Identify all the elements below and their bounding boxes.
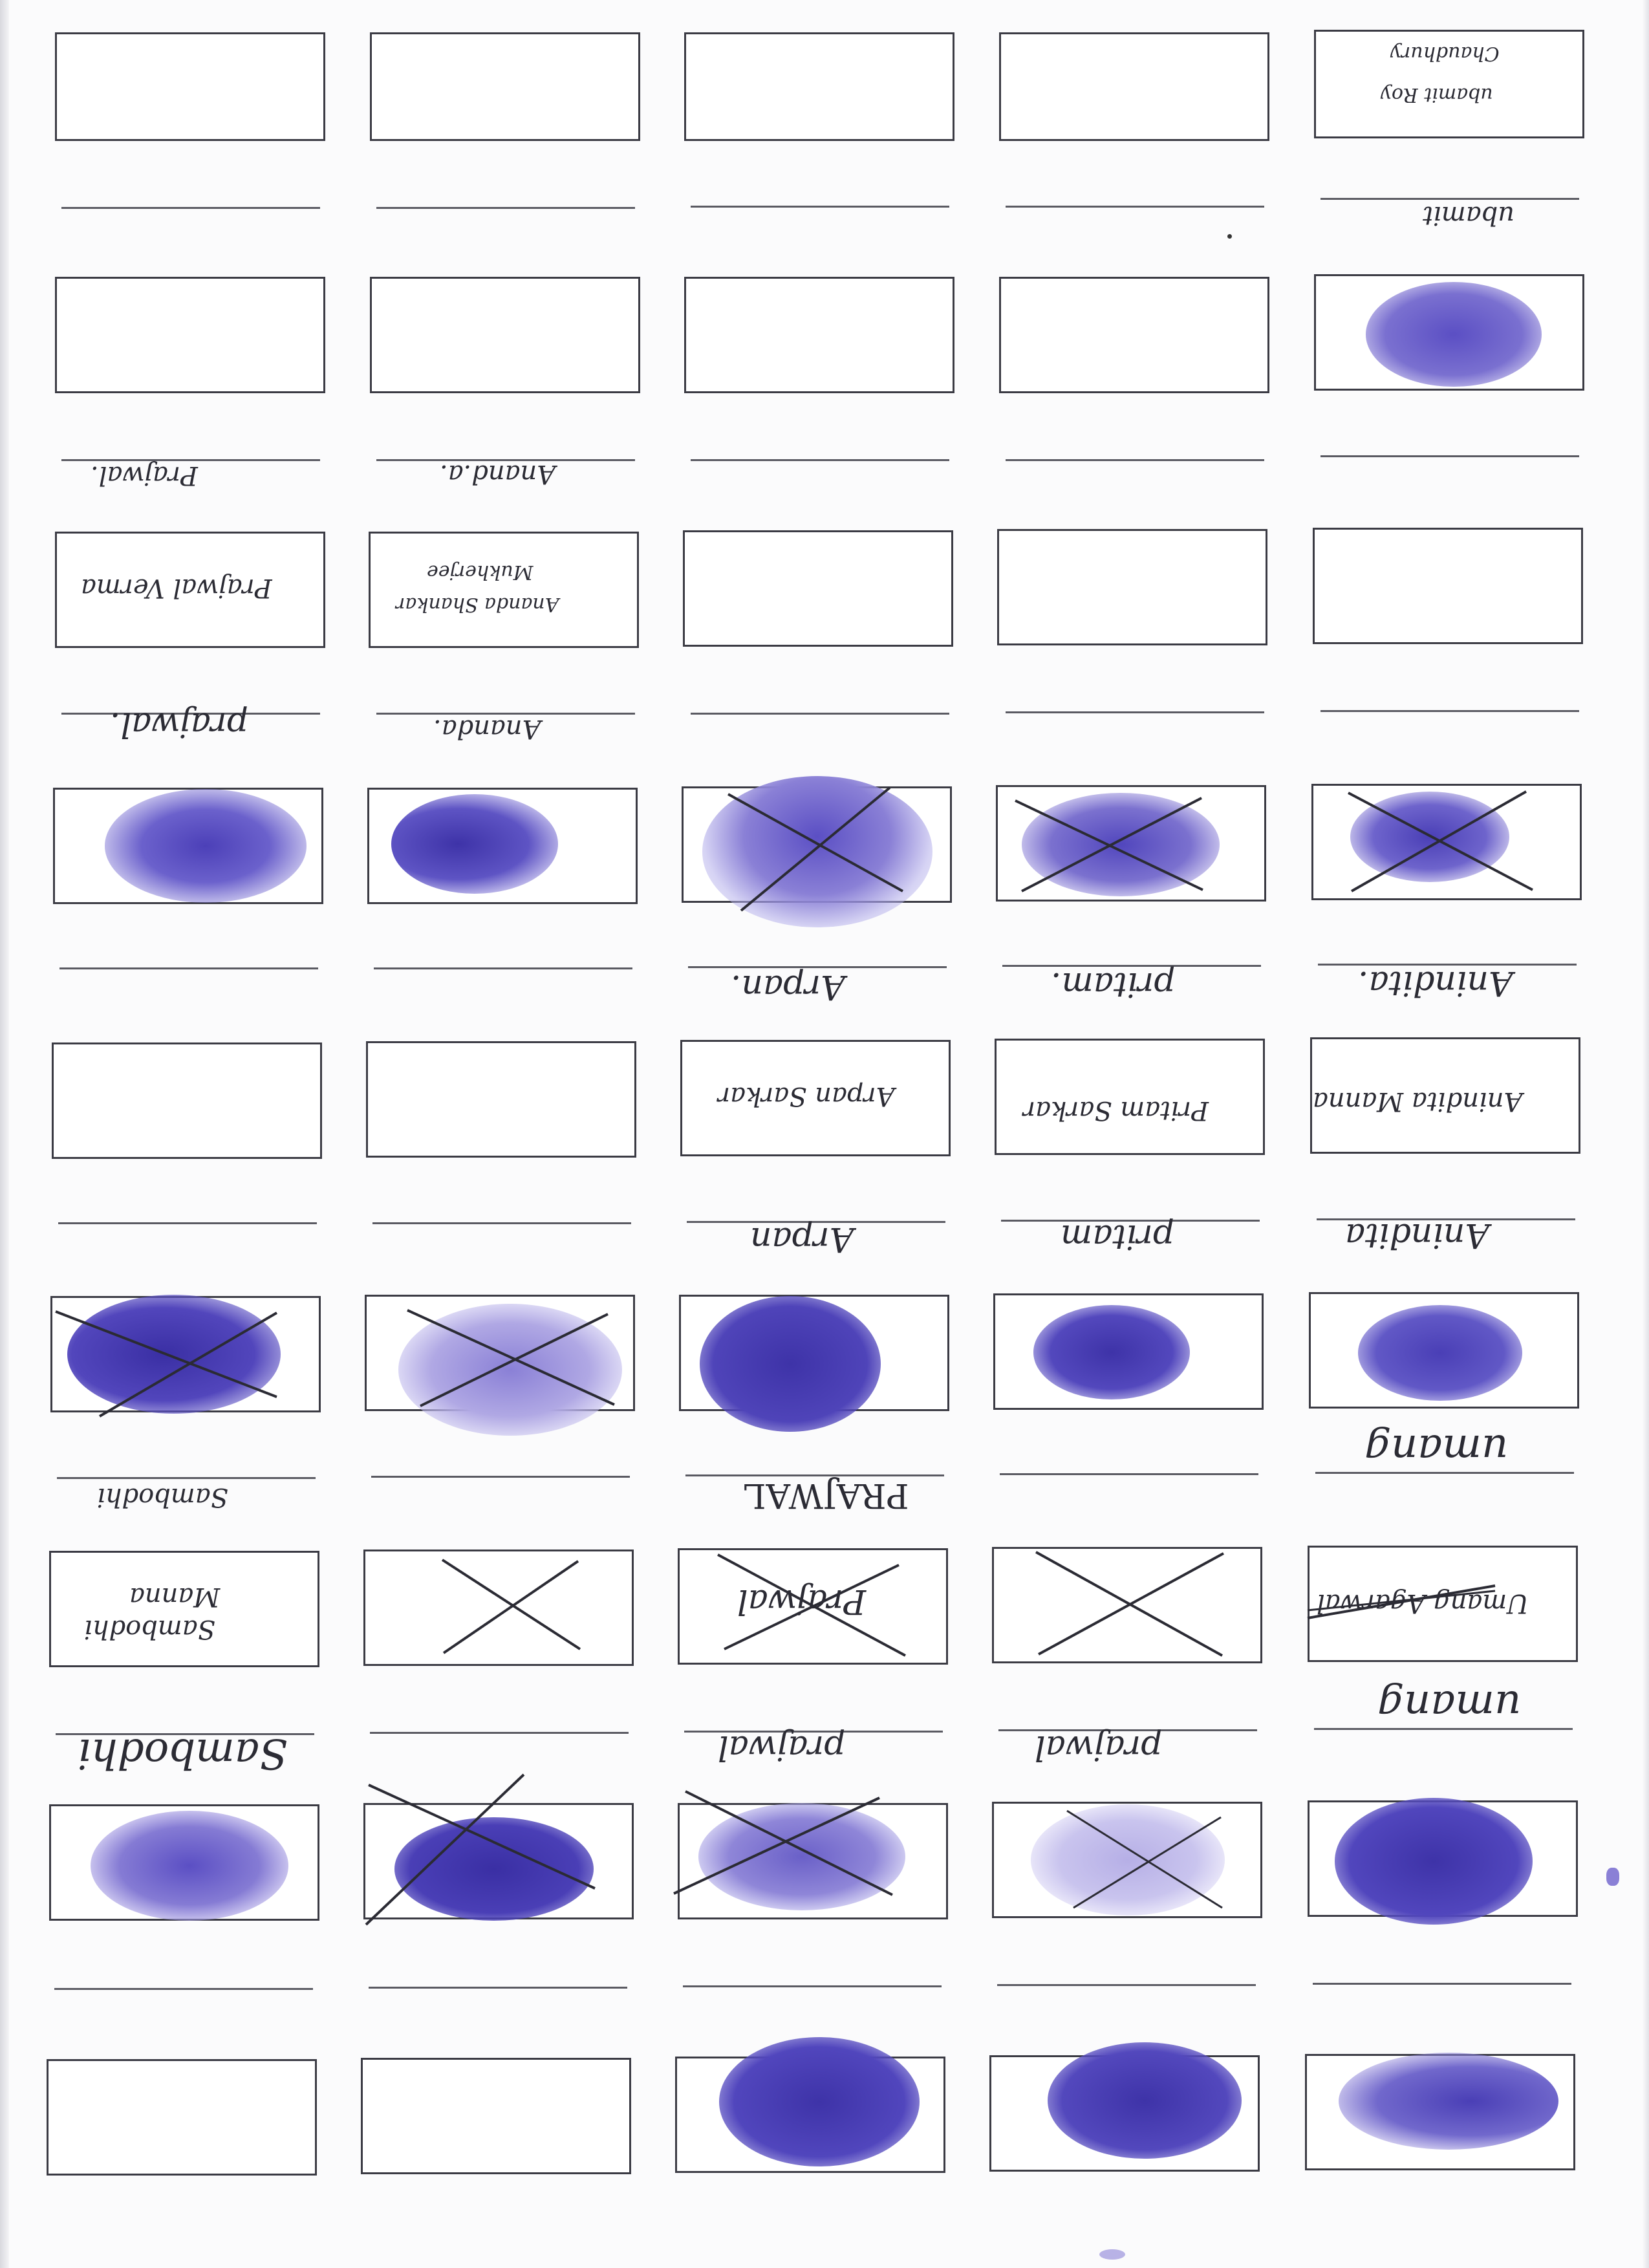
box-r4-c4 — [997, 529, 1267, 645]
box-r6-c2 — [367, 788, 638, 904]
line-l15-c4 — [997, 1984, 1256, 1986]
cross-out-mark — [441, 1559, 581, 1654]
signature-b8-c4: Pritam Sarkar — [1023, 1096, 1209, 1125]
box-r16-c5 — [1305, 2054, 1575, 2170]
box-r0-c3 — [684, 32, 954, 141]
line-l15-c2 — [369, 1987, 627, 1989]
box-r8-c1 — [52, 1042, 322, 1159]
box-r10-c4 — [993, 1293, 1264, 1410]
line-l1-c2 — [376, 207, 635, 209]
signature-b12-c1-line1: Sambodhi — [84, 1614, 216, 1644]
box-r4-c3 — [683, 530, 953, 647]
cross-out-mark — [727, 786, 903, 912]
ink-dot — [1227, 234, 1232, 239]
line-l3-c3 — [691, 459, 949, 461]
fingerprint-signature-sheet: ubamit Roy Chaudhury ubamit Prajwal. Ana… — [0, 0, 1649, 2268]
line-l1-c5 — [1320, 198, 1579, 200]
box-r10-c3 — [679, 1295, 949, 1411]
box-r16-c2 — [361, 2058, 631, 2174]
box-r2-c5 — [1314, 274, 1584, 391]
signature-l13-c4: prajwal — [1035, 1728, 1163, 1767]
box-r2-c1 — [55, 277, 325, 393]
box-r2-c3 — [684, 277, 954, 393]
signature-l3-c1: Prajwal. — [91, 460, 198, 490]
cross-out-mark — [55, 1310, 278, 1418]
box-r0-c4 — [999, 32, 1269, 141]
line-l15-c5 — [1313, 1983, 1571, 1985]
signature-b4-c1: Prajwal Verma — [81, 573, 272, 603]
signature-l11-c3: PRAJWAL — [744, 1476, 909, 1515]
line-l5-c5 — [1320, 710, 1579, 712]
signature-l5-c1: prajwal. — [110, 705, 248, 744]
cross-out-mark — [407, 1309, 615, 1407]
signature-b12-c1-line2: Manna — [129, 1582, 221, 1612]
signature-r0-c5-line2: Chaudhury — [1390, 42, 1500, 65]
cross-out-mark — [717, 1553, 906, 1657]
signature-l13-c1: Sambodhi — [78, 1729, 288, 1777]
signature-l11-c5: umang — [1364, 1425, 1509, 1473]
signature-b4-c2-line2: Mukherjee — [427, 561, 534, 583]
line-l5-c3 — [691, 713, 949, 715]
box-r0-c2 — [370, 32, 640, 141]
line-l13-c2 — [370, 1732, 629, 1734]
cross-out-mark — [1035, 1551, 1224, 1657]
box-r2-c2 — [370, 277, 640, 393]
line-l11-c1 — [57, 1477, 316, 1479]
line-l9-c2 — [372, 1222, 631, 1224]
box-r14-c5 — [1308, 1800, 1578, 1917]
line-l15-c1 — [54, 1988, 313, 1990]
line-l1-c4 — [1006, 206, 1264, 208]
signature-l13-c3: prajwal — [718, 1728, 846, 1767]
box-r8-c2 — [366, 1041, 636, 1158]
line-l1-c3 — [691, 206, 949, 208]
box-r2-c4 — [999, 277, 1269, 393]
cross-out-mark — [1066, 1809, 1223, 1909]
box-r4-c5 — [1313, 528, 1583, 644]
signature-r0-c5-line1: ubamit Roy — [1381, 83, 1493, 106]
ink-smudge — [1099, 2249, 1125, 2260]
cross-out-mark — [673, 1790, 893, 1896]
signature-b4-c2-line1: Ananda Shankar — [396, 593, 559, 616]
signature-l9-c4: pritam — [1061, 1217, 1174, 1256]
signature-l13-c5: umang — [1377, 1681, 1522, 1729]
line-l15-c3 — [683, 1985, 942, 1987]
cross-out-mark — [1348, 790, 1533, 892]
signature-l7-c4: pritam. — [1051, 965, 1176, 1004]
line-l7-c2 — [374, 967, 632, 969]
box-r14-c1 — [49, 1804, 319, 1921]
scan-left-edge — [0, 0, 9, 2268]
signature-l11-c1: Sambodhi — [97, 1482, 229, 1512]
cross-out-mark — [365, 1773, 596, 1926]
line-l3-c5 — [1320, 455, 1579, 457]
box-r4-c2 — [369, 532, 639, 648]
signature-l7-c3: Arpan. — [731, 967, 845, 1006]
line-l7-c1 — [59, 967, 318, 969]
line-l11-c2 — [371, 1476, 630, 1478]
ink-smudge — [1606, 1868, 1619, 1886]
signature-l5-c2: Ananda. — [433, 714, 541, 744]
box-r16-c1 — [47, 2059, 317, 2176]
signature-l1-c5: ubamit — [1423, 200, 1515, 230]
line-l3-c4 — [1006, 459, 1264, 461]
signature-l3-c2: Anand.a. — [440, 459, 556, 489]
strike-through-mark — [1307, 1584, 1496, 1619]
line-l9-c1 — [58, 1222, 317, 1224]
signature-l7-c5: Anindita. — [1358, 964, 1513, 1002]
signature-b8-c5: Anindita Manna — [1313, 1086, 1523, 1116]
box-r16-c3 — [675, 2057, 945, 2173]
signature-l9-c3: Arpan — [750, 1220, 854, 1258]
box-r6-c1 — [53, 788, 323, 904]
box-r16-c4 — [989, 2055, 1260, 2172]
line-l11-c4 — [1000, 1473, 1258, 1475]
cross-out-mark — [1015, 797, 1203, 892]
box-r0-c1 — [55, 32, 325, 141]
signature-b8-c3: Arpan Sarkar — [718, 1081, 895, 1111]
scan-right-edge — [1643, 0, 1649, 2268]
line-l1-c1 — [61, 207, 320, 209]
signature-l9-c5: Anindita — [1345, 1216, 1489, 1255]
box-r10-c5 — [1309, 1292, 1579, 1409]
line-l5-c4 — [1006, 711, 1264, 713]
